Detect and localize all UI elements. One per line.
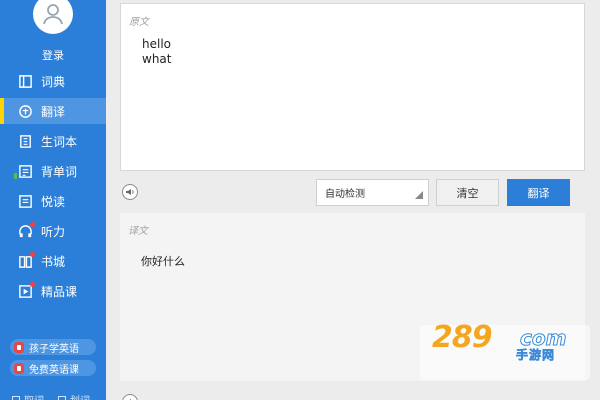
sidebar-item-premium-course[interactable]: 精品课 [0,278,106,304]
sidebar-item-label: 听力 [41,224,66,239]
reading-icon [17,193,33,209]
notebook-icon [17,133,33,149]
translate-icon [17,103,33,119]
book-icon [17,73,33,89]
source-text-area[interactable]: 原文 hello what [120,3,585,171]
sidebar-item-translate[interactable]: 翻译 [0,98,106,124]
watermark-subtitle: 手游网 [516,348,556,363]
checkbox-icon [12,395,20,400]
sidebar-item-label: 翻译 [41,104,66,119]
sidebar-item-label: 背单词 [41,164,78,179]
sidebar-item-dictionary[interactable]: 词典 [0,68,106,94]
source-text[interactable]: hello what [142,37,171,67]
flashcard-icon [14,163,33,179]
checkbox-icon [58,395,66,400]
result-label: 译文 [128,226,148,237]
user-avatar-icon[interactable] [33,0,73,34]
bookstore-icon [17,252,35,269]
sidebar-item-wordbook[interactable]: 生词本 [0,128,106,154]
dropdown-arrow-icon [415,191,423,199]
notification-dot [30,222,35,227]
headphone-icon [17,222,35,239]
speaker-icon [126,189,134,195]
accent-mark [14,173,17,179]
result-speaker-button[interactable] [122,394,138,400]
free-english-course-promo[interactable]: 免费英语课 [10,360,96,376]
notification-dot [30,252,35,257]
watermark-number: 289 [432,320,493,355]
sidebar-item-label: 悦读 [41,194,66,209]
bottom-links: 取词 划词 [12,392,90,400]
sidebar-item-recite-words[interactable]: 背单词 [0,158,106,184]
sidebar-item-listening[interactable]: 听力 [0,218,106,244]
kids-english-promo[interactable]: 孩子学英语 [10,339,96,355]
login-link[interactable]: 登录 [0,47,106,63]
promo-label: 孩子学英语 [29,343,79,355]
sidebar-item-bookstore[interactable]: 书城 [0,248,106,274]
video-course-icon [17,282,35,299]
sidebar-item-label: 词典 [41,74,66,89]
promo-label: 免费英语课 [29,364,79,376]
sidebar: 登录 词典 翻译 生词本 背单词 悦读 听力 书城 精品课 孩子学英语 免费英语… [0,0,106,400]
source-speaker-button[interactable] [122,184,138,200]
capture-word-toggle[interactable]: 取词 [12,392,44,400]
select-word-toggle[interactable]: 划词 [58,392,90,400]
sidebar-item-label: 书城 [41,254,66,269]
notification-dot [30,282,35,287]
source-label: 原文 [129,17,149,28]
language-select[interactable]: 自动检测 [316,179,429,206]
promo-badge-icon [14,341,24,353]
clear-button[interactable]: 清空 [436,179,499,206]
sidebar-item-label: 生词本 [41,134,78,149]
promo-badge-icon [14,362,24,374]
language-select-value: 自动检测 [325,189,365,200]
result-text: 你好什么 [141,255,185,268]
sidebar-item-reading[interactable]: 悦读 [0,188,106,214]
sidebar-item-label: 精品课 [41,284,78,299]
translate-button[interactable]: 翻译 [507,179,570,206]
